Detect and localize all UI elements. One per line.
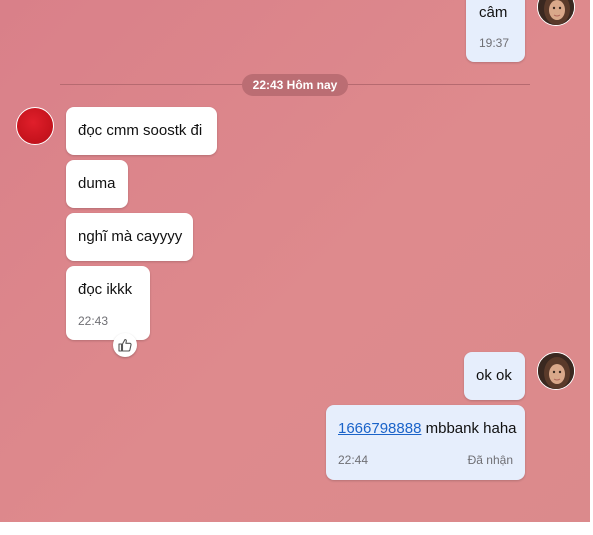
thumbs-up-icon bbox=[118, 338, 132, 352]
incoming-message-bubble[interactable]: nghĩ mà cayyyy bbox=[66, 213, 193, 261]
message-time: 19:37 bbox=[479, 36, 510, 50]
girl-avatar-icon bbox=[538, 353, 574, 389]
delivery-status: Đã nhận bbox=[467, 453, 513, 467]
message-text: ok ok bbox=[476, 367, 512, 384]
message-text: đọc ikkk bbox=[78, 281, 133, 298]
message-text: 1666798888 mbbank haha bbox=[338, 420, 517, 437]
chat-message-area[interactable]: câm 19:37 22:43 Hôm nay đọc cmm soostk đ… bbox=[0, 0, 590, 522]
incoming-message-bubble[interactable]: duma bbox=[66, 160, 128, 208]
message-text-rest: mbbank haha bbox=[421, 420, 517, 437]
message-text: nghĩ mà cayyyy bbox=[78, 228, 183, 245]
incoming-message-bubble[interactable]: đọc ikkk 22:43 bbox=[66, 266, 150, 340]
message-text: đọc cmm soostk đi bbox=[78, 122, 203, 139]
sender-avatar[interactable] bbox=[16, 107, 54, 145]
reaction-button[interactable] bbox=[113, 333, 137, 357]
composer-strip bbox=[0, 522, 593, 535]
message-time: 22:43 bbox=[78, 314, 109, 328]
girl-avatar-icon bbox=[538, 0, 574, 25]
incoming-message-bubble[interactable]: đọc cmm soostk đi bbox=[66, 107, 217, 155]
date-divider-label: 22:43 Hôm nay bbox=[242, 74, 348, 96]
my-avatar[interactable] bbox=[537, 0, 575, 26]
message-time: 22:44 bbox=[338, 453, 369, 467]
message-text: câm bbox=[479, 4, 508, 21]
phone-number-link[interactable]: 1666798888 bbox=[338, 420, 421, 437]
outgoing-message-bubble[interactable]: ok ok bbox=[464, 352, 525, 400]
my-avatar[interactable] bbox=[537, 352, 575, 390]
message-text: duma bbox=[78, 175, 116, 192]
outgoing-message-bubble[interactable]: câm 19:37 bbox=[466, 0, 525, 62]
outgoing-message-bubble[interactable]: 1666798888 mbbank haha 22:44 Đã nhận bbox=[326, 405, 525, 480]
